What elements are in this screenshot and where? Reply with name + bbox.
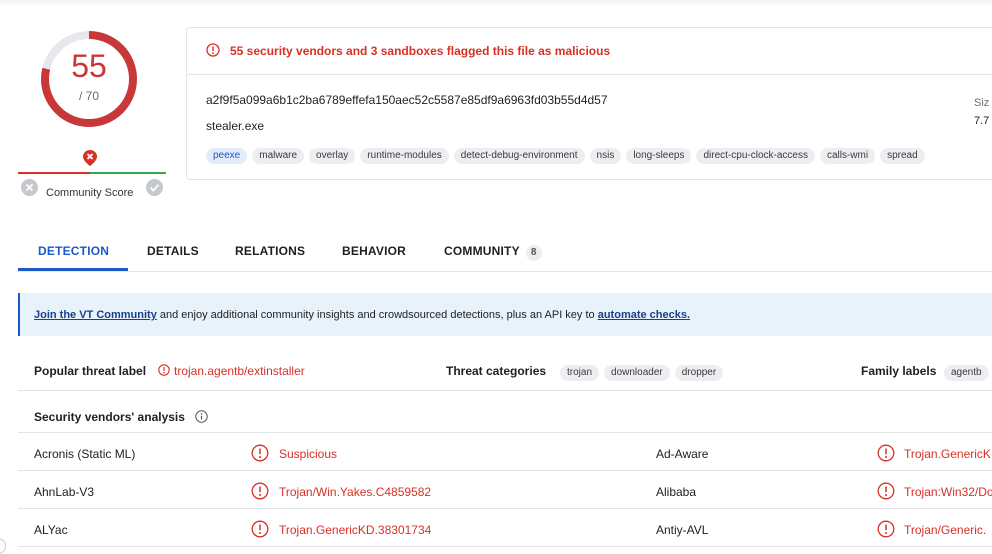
alert-icon bbox=[206, 43, 220, 57]
detection-result: Suspicious bbox=[279, 447, 338, 461]
vote-down-icon[interactable] bbox=[21, 179, 38, 196]
community-score-bar-positive bbox=[90, 172, 166, 174]
tab-behavior[interactable]: BEHAVIOR bbox=[342, 244, 406, 258]
detection-alert-icon bbox=[251, 520, 269, 538]
table-row bbox=[18, 432, 992, 471]
file-tag[interactable]: runtime-modules bbox=[360, 148, 449, 164]
file-size-label: Siz bbox=[974, 97, 990, 109]
file-tag[interactable]: detect-debug-environment bbox=[453, 148, 585, 164]
tab-community[interactable]: COMMUNITY 8 bbox=[444, 244, 542, 261]
tab-divider bbox=[18, 271, 992, 272]
score-value: 55 bbox=[71, 48, 107, 84]
family-tag[interactable]: agentb bbox=[944, 365, 989, 381]
threat-category-tag[interactable]: downloader bbox=[604, 365, 670, 381]
vendor-name: AhnLab-V3 bbox=[34, 485, 95, 499]
score-total: / 70 bbox=[78, 89, 99, 103]
vote-up-icon[interactable] bbox=[146, 179, 163, 196]
file-tags: peexe malware overlay runtime-modules detect… bbox=[206, 145, 930, 164]
detection-result: Trojan/Win.Yakes.C4859582 bbox=[279, 485, 432, 499]
file-tag[interactable]: nsis bbox=[589, 148, 622, 164]
file-size-value: 7.7 bbox=[974, 115, 990, 127]
tab-details[interactable]: DETAILS bbox=[147, 244, 199, 258]
family-labels-label: Family labels bbox=[861, 364, 937, 378]
threat-alert-icon bbox=[158, 364, 170, 376]
vendor-name: ALYac bbox=[34, 523, 68, 537]
banner-body-text: and enjoy additional community insights … bbox=[156, 309, 598, 321]
file-tag[interactable]: spread bbox=[880, 148, 925, 164]
page-top-shadow bbox=[0, 0, 992, 6]
partial-circle-icon bbox=[0, 538, 6, 554]
community-banner-text: Join the VT Community and enjoy addition… bbox=[34, 309, 690, 321]
vendor-name: Antiy-AVL bbox=[656, 523, 709, 537]
threat-category-tags: trojan downloader dropper bbox=[560, 362, 728, 381]
detection-result: Trojan.GenericKD.38301734 bbox=[279, 523, 432, 537]
file-tag[interactable]: direct-cpu-clock-access bbox=[696, 148, 815, 164]
file-tag[interactable]: malware bbox=[252, 148, 305, 164]
file-hash[interactable]: a2f9f5a099a6b1c2ba6789effefa150aec52c558… bbox=[206, 93, 608, 107]
detection-score-gauge: 55 / 70 bbox=[36, 26, 142, 132]
vendor-name: Alibaba bbox=[656, 485, 697, 499]
detection-alert-icon bbox=[251, 444, 269, 462]
detection-alert-icon bbox=[877, 444, 895, 462]
community-count-badge: 8 bbox=[525, 245, 542, 261]
threat-categories-label: Threat categories bbox=[446, 364, 547, 378]
active-tab-indicator bbox=[18, 268, 128, 271]
family-label-tags: agentb bbox=[944, 362, 992, 381]
detection-alert-icon bbox=[251, 482, 269, 500]
join-community-link[interactable]: Join the VT Community bbox=[34, 309, 157, 321]
info-icon[interactable] bbox=[195, 410, 208, 423]
tab-detection[interactable]: DETECTION bbox=[38, 244, 109, 258]
detection-alert-icon bbox=[877, 482, 895, 500]
file-tag[interactable]: calls-wmi bbox=[819, 148, 876, 164]
vendor-name: Ad-Aware bbox=[656, 447, 709, 461]
table-row bbox=[18, 508, 992, 547]
file-name: stealer.exe bbox=[206, 119, 265, 133]
vendors-analysis-title: Security vendors' analysis bbox=[34, 410, 185, 424]
community-score-bar-negative bbox=[18, 172, 90, 174]
community-score-label: Community Score bbox=[46, 187, 134, 199]
detection-result: Trojan.GenericK bbox=[904, 447, 991, 461]
file-tag[interactable]: peexe bbox=[206, 148, 248, 164]
popular-threat-label: Popular threat label bbox=[34, 364, 147, 378]
detection-alert-icon bbox=[877, 520, 895, 538]
tab-community-label: COMMUNITY bbox=[444, 244, 520, 258]
detection-result: Trojan:Win32/Do bbox=[904, 485, 992, 499]
popular-threat-value[interactable]: trojan.agentb/extinstaller bbox=[174, 364, 305, 378]
threat-category-tag[interactable]: trojan bbox=[560, 365, 600, 381]
malicious-alert-text: 55 security vendors and 3 sandboxes flag… bbox=[230, 44, 611, 58]
detection-result: Trojan/Generic. bbox=[904, 523, 987, 537]
file-tag[interactable]: long-sleeps bbox=[626, 148, 692, 164]
file-tag[interactable]: overlay bbox=[309, 148, 356, 164]
threat-category-tag[interactable]: dropper bbox=[674, 365, 724, 381]
table-row bbox=[18, 470, 992, 509]
automate-checks-link[interactable]: automate checks. bbox=[598, 309, 690, 321]
map-pin-icon bbox=[83, 150, 97, 166]
vendor-name: Acronis (Static ML) bbox=[34, 447, 136, 461]
tab-relations[interactable]: RELATIONS bbox=[235, 244, 305, 258]
